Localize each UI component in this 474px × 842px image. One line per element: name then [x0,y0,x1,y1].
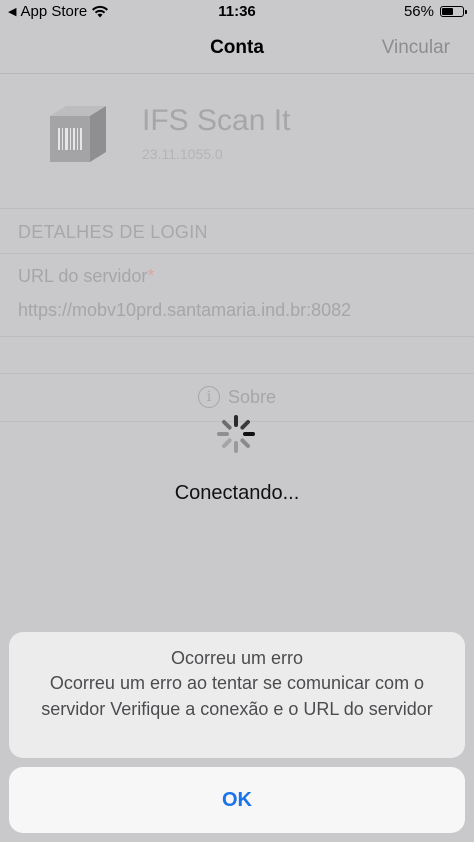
about-label: Sobre [227,386,277,407]
required-mark: * [147,266,155,286]
server-url-label: URL do servidor* [18,266,155,286]
divider [0,73,474,74]
navigation-bar: Conta Vincular [0,24,474,74]
info-icon: i [197,386,220,408]
app-name: IFS Scan It [142,104,291,137]
link-button[interactable]: Vincular [382,37,450,59]
server-url-input[interactable]: https://mobv10prd.santamaria.ind.br:8082 [18,300,351,321]
status-bar: ◀ App Store 11:36 56% [0,0,474,24]
battery-icon [440,6,467,17]
alert-message: Ocorreu um erro ao tentar se comunicar c… [41,673,433,719]
package-barcode-icon [50,106,106,162]
ok-button[interactable]: OK [9,767,465,833]
divider [0,373,474,374]
app-version: 23.11.1055.0 [142,146,223,162]
about-button[interactable]: i Sobre [0,386,474,408]
loading-text: Conectando... [174,482,300,504]
battery-level [442,8,453,15]
divider [0,253,474,254]
battery-percent: 56% [403,3,434,20]
error-alert: Ocorreu um erro Ocorreu um erro ao tenta… [9,632,465,758]
alert-title: Ocorreu um erro [170,648,304,668]
loading-spinner-icon [217,415,255,453]
ok-label: OK [222,788,252,811]
section-title: DETALHES DE LOGIN [18,222,208,242]
divider [0,336,474,337]
clock: 11:36 [218,3,256,20]
divider [0,208,474,209]
